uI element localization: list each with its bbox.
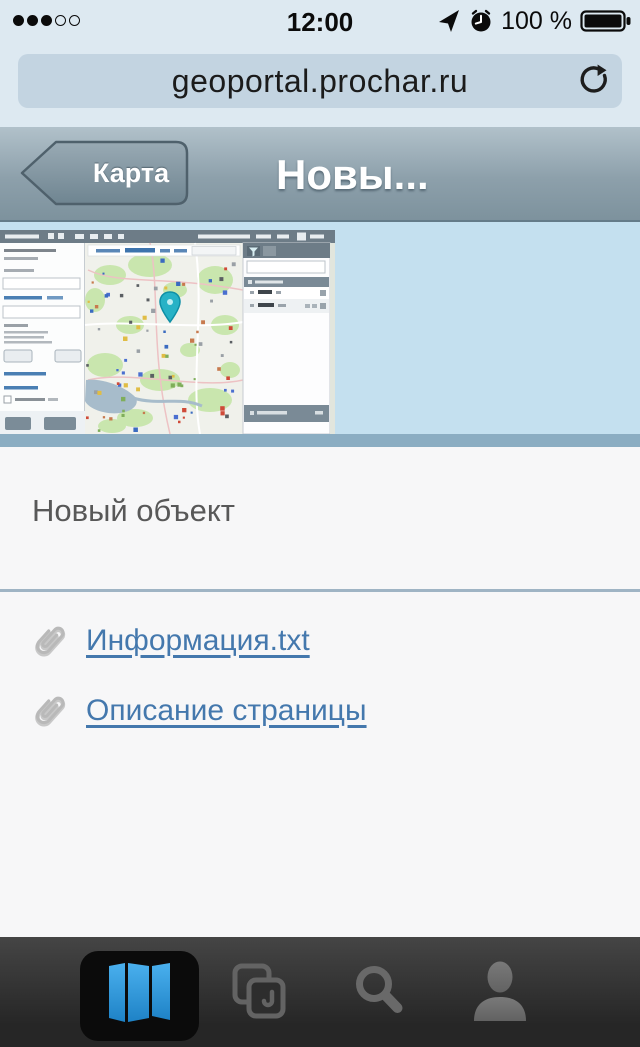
band-bottom-strip	[0, 434, 640, 447]
page-title: Новы...	[276, 127, 429, 222]
pages-icon	[232, 963, 288, 1021]
preview-band	[0, 222, 640, 434]
location-arrow-icon	[437, 9, 461, 33]
thumb-right-panel	[243, 243, 330, 434]
thumb-map-area	[85, 243, 243, 434]
content-heading: Новый объект	[32, 493, 235, 529]
battery-percent-label: 100 %	[501, 7, 572, 36]
attachment-link-description[interactable]: Описание страницы	[86, 694, 367, 728]
search-icon	[354, 964, 406, 1020]
tab-map[interactable]	[80, 937, 200, 1047]
map-app-screenshot-thumbnail[interactable]	[0, 230, 335, 434]
url-text: geoportal.prochar.ru	[172, 63, 468, 100]
mobile-browser-screen: 12:00 100 % geoportal.prochar.ru	[0, 0, 640, 1047]
paperclip-icon	[28, 689, 72, 733]
content-divider	[0, 589, 640, 592]
attachment-link-information[interactable]: Информация.txt	[86, 624, 310, 658]
address-bar[interactable]: geoportal.prochar.ru	[18, 54, 622, 108]
tab-pages[interactable]	[200, 937, 320, 1047]
map-icon	[107, 960, 173, 1024]
status-right-icons: 100 %	[437, 7, 632, 35]
list-item: Описание страницы	[28, 685, 367, 737]
attachment-list: Информация.txt Описание страницы	[28, 615, 367, 755]
tab-search[interactable]	[320, 937, 440, 1047]
battery-icon	[580, 9, 632, 33]
list-item: Информация.txt	[28, 615, 367, 667]
reload-icon[interactable]	[575, 64, 609, 98]
person-icon	[471, 961, 529, 1023]
status-url-zone: 12:00 100 % geoportal.prochar.ru	[0, 0, 640, 127]
paperclip-icon	[28, 619, 72, 663]
alarm-clock-icon	[469, 9, 493, 33]
back-button[interactable]: Карта	[14, 139, 192, 207]
nav-header: Карта Новы...	[0, 127, 640, 222]
back-button-label: Карта	[80, 139, 182, 207]
tab-profile[interactable]	[440, 937, 560, 1047]
bottom-tab-bar	[0, 937, 640, 1047]
thumb-left-panel	[0, 243, 85, 434]
page-content: Новый объект Информация.txt	[0, 447, 640, 937]
